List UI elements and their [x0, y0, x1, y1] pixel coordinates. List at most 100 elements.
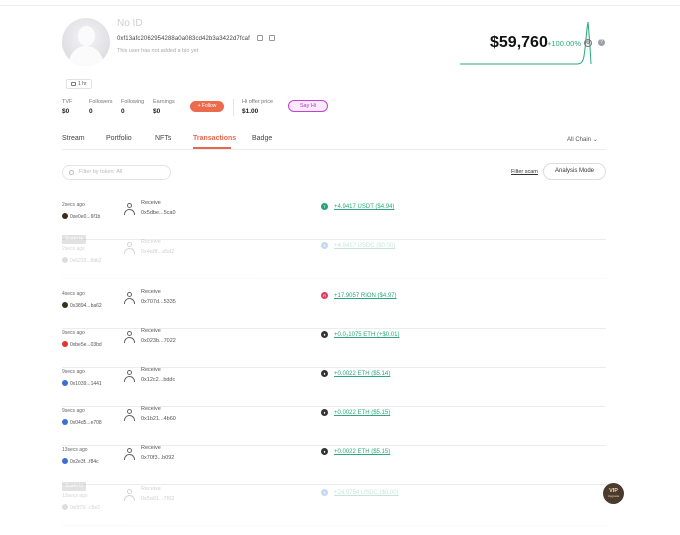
tx-time: 4secs ago — [62, 291, 85, 297]
tabs-divider — [62, 149, 606, 150]
profile-tag[interactable]: 1 hr — [66, 79, 92, 89]
transaction-row[interactable]: 9secs ago 0x04d5...e708 Receive 0x1b21...4b… — [62, 406, 606, 446]
qr-icon[interactable] — [269, 35, 276, 41]
stat-followers-value: 0 — [89, 108, 93, 115]
tx-amount[interactable]: +0.0₃1075 ETH (+$0.01) — [334, 332, 399, 338]
chevron-down-icon: ⌄ — [592, 137, 598, 143]
tab-portfolio[interactable]: Portfolio — [106, 135, 132, 142]
help-icon[interactable]: ? — [598, 39, 605, 46]
usdc-icon: $ — [321, 489, 328, 496]
tx-counterparty[interactable]: 0x12c2...bddc — [141, 377, 175, 383]
transaction-row[interactable]: 9secs ago 0x1039...1441 Receive 0x12c2...bd… — [62, 367, 606, 407]
tx-amount[interactable]: +0.0022 ETH ($5.15) — [334, 410, 390, 416]
tag-label: 1 hr — [78, 81, 87, 87]
tx-time: 9secs ago — [62, 408, 85, 414]
usdc-icon: $ — [321, 242, 328, 249]
profile-address: 0xf13afc2062954288a0a083cd42b3a3422d7fca… — [117, 35, 276, 42]
tx-hash[interactable]: 0x2e3f...f84c — [62, 458, 99, 465]
tx-amount[interactable]: +4.9417 USDT ($4.94) — [334, 204, 394, 210]
user-icon — [124, 242, 135, 254]
transaction-row[interactable]: 9secs ago 0xbe5e...03bd Receive 0x023b...70… — [62, 328, 606, 368]
tx-hash-text: 0x2e3f...f84c — [70, 459, 99, 465]
tx-counterparty[interactable]: 0x5dbe...5ca0 — [141, 210, 176, 216]
tx-hash[interactable]: 0x3894...ba62 — [62, 302, 102, 309]
tx-time: 13secs ago — [62, 447, 88, 453]
stats-divider — [233, 99, 234, 116]
total-balance: $59,760 — [490, 34, 548, 51]
tx-amount[interactable]: +24.9754 USDC ($0.00) — [334, 490, 399, 496]
transaction-row[interactable]: 13secs ago 0x2e3f...f84c Receive 0x70f3...b… — [62, 445, 606, 485]
stat-earnings-value: $0 — [153, 108, 161, 115]
rion-icon: R — [321, 292, 328, 299]
say-hi-button[interactable]: Say Hi — [288, 100, 328, 112]
chain-select[interactable]: All Chain ⌄ — [567, 136, 598, 143]
tx-hash-text: 0x0f73...c5e2 — [70, 505, 101, 511]
eth-icon: ♦ — [321, 370, 328, 377]
transaction-row[interactable]: Scam tx 2secs ago 0x6232...8db2 Receive 0x4e… — [62, 235, 606, 279]
tx-amount[interactable]: +4.9417 USDC ($0.00) — [334, 243, 395, 249]
tx-counterparty[interactable]: 0x1b21...4b60 — [141, 416, 176, 422]
stat-tvf-value: $0 — [62, 108, 70, 115]
tx-action: Receive — [141, 239, 161, 245]
settings-icon[interactable]: ⚙ — [584, 39, 592, 47]
chain-icon — [62, 458, 68, 464]
tx-time: 2secs ago — [62, 246, 85, 252]
tx-hash[interactable]: 0xbe5e...03bd — [62, 341, 102, 348]
transaction-row[interactable]: Scam tx 13secs ago 0x0f73...c5e2 Receive 0x5… — [62, 482, 606, 526]
tx-counterparty[interactable]: 0x5a91...7f02 — [141, 496, 174, 502]
stat-hi-offer: Hi offer price $1.00 — [242, 99, 273, 115]
tab-stream[interactable]: Stream — [62, 135, 85, 142]
chain-icon — [62, 419, 68, 425]
tx-amount[interactable]: +0.0022 ETH ($5.15) — [334, 449, 390, 455]
chain-icon — [62, 341, 68, 347]
stat-tvf-label: TVF — [62, 99, 73, 105]
stat-following[interactable]: Following 0 — [121, 99, 144, 115]
tx-time: 2secs ago — [62, 202, 85, 208]
tx-counterparty[interactable]: 0x023b...7022 — [141, 338, 176, 344]
chain-icon — [62, 302, 68, 308]
tx-counterparty[interactable]: 0x70f3...b092 — [141, 455, 174, 461]
stat-tvf: TVF $0 — [62, 99, 72, 115]
scam-badge: Scam tx — [62, 235, 87, 244]
transaction-row[interactable]: 2secs ago 0xe0e0...6f1b Receive 0x5dbe...5c… — [62, 200, 606, 240]
eth-icon: ♦ — [321, 331, 328, 338]
stat-followers[interactable]: Followers 0 — [89, 99, 113, 115]
tx-counterparty[interactable]: 0x4e8f...a5d2 — [141, 249, 174, 255]
tx-hash[interactable]: 0x1039...1441 — [62, 380, 102, 387]
profile-bio: This user has not added a bio yet — [117, 48, 199, 54]
token-filter-input[interactable]: Filter by token: All — [62, 165, 171, 180]
clock-icon — [71, 82, 76, 86]
user-icon — [124, 448, 135, 460]
tx-action: Receive — [141, 328, 161, 334]
user-icon — [124, 203, 135, 215]
tx-counterparty[interactable]: 0x707d...5335 — [141, 299, 176, 305]
tab-transactions[interactable]: Transactions — [193, 135, 236, 142]
tx-amount[interactable]: +0.0022 ETH ($5.14) — [334, 371, 390, 377]
analysis-mode-button[interactable]: Analysis Mode — [543, 163, 606, 180]
copy-icon[interactable] — [256, 35, 263, 41]
tx-action: Receive — [141, 486, 161, 492]
tab-badge[interactable]: Badge — [252, 135, 272, 142]
tx-hash[interactable]: 0x04d5...e708 — [62, 419, 102, 426]
tx-action: Receive — [141, 289, 161, 295]
stat-earnings: Earnings $0 — [153, 99, 175, 115]
tx-hash-text: 0x04d5...e708 — [70, 420, 102, 426]
tx-hash[interactable]: 0x6232...8db2 — [62, 257, 102, 264]
tx-hash-text: 0x6232...8db2 — [70, 258, 102, 264]
eth-icon: ♦ — [321, 409, 328, 416]
tx-hash[interactable]: 0xe0e0...6f1b — [62, 213, 100, 220]
stat-following-label: Following — [121, 99, 145, 105]
follow-button[interactable]: + Follow — [190, 101, 224, 112]
tx-hash[interactable]: 0x0f73...c5e2 — [62, 504, 100, 511]
eth-icon: ♦ — [321, 448, 328, 455]
tab-nfts[interactable]: NFTs — [155, 135, 171, 142]
user-icon — [124, 370, 135, 382]
profile-name: No ID — [117, 18, 143, 29]
tx-action: Receive — [141, 367, 161, 373]
tx-amount[interactable]: +17.9057 RION ($4.97) — [334, 293, 397, 299]
vip-button[interactable]: VIP Upgrade — [603, 483, 624, 504]
top-divider — [0, 0, 680, 6]
transaction-row[interactable]: 4secs ago 0x3894...ba62 Receive 0x707d...53… — [62, 289, 606, 329]
token-filter-placeholder: Filter by token: All — [79, 169, 123, 175]
filter-scam-link[interactable]: Filter scam — [511, 169, 538, 175]
